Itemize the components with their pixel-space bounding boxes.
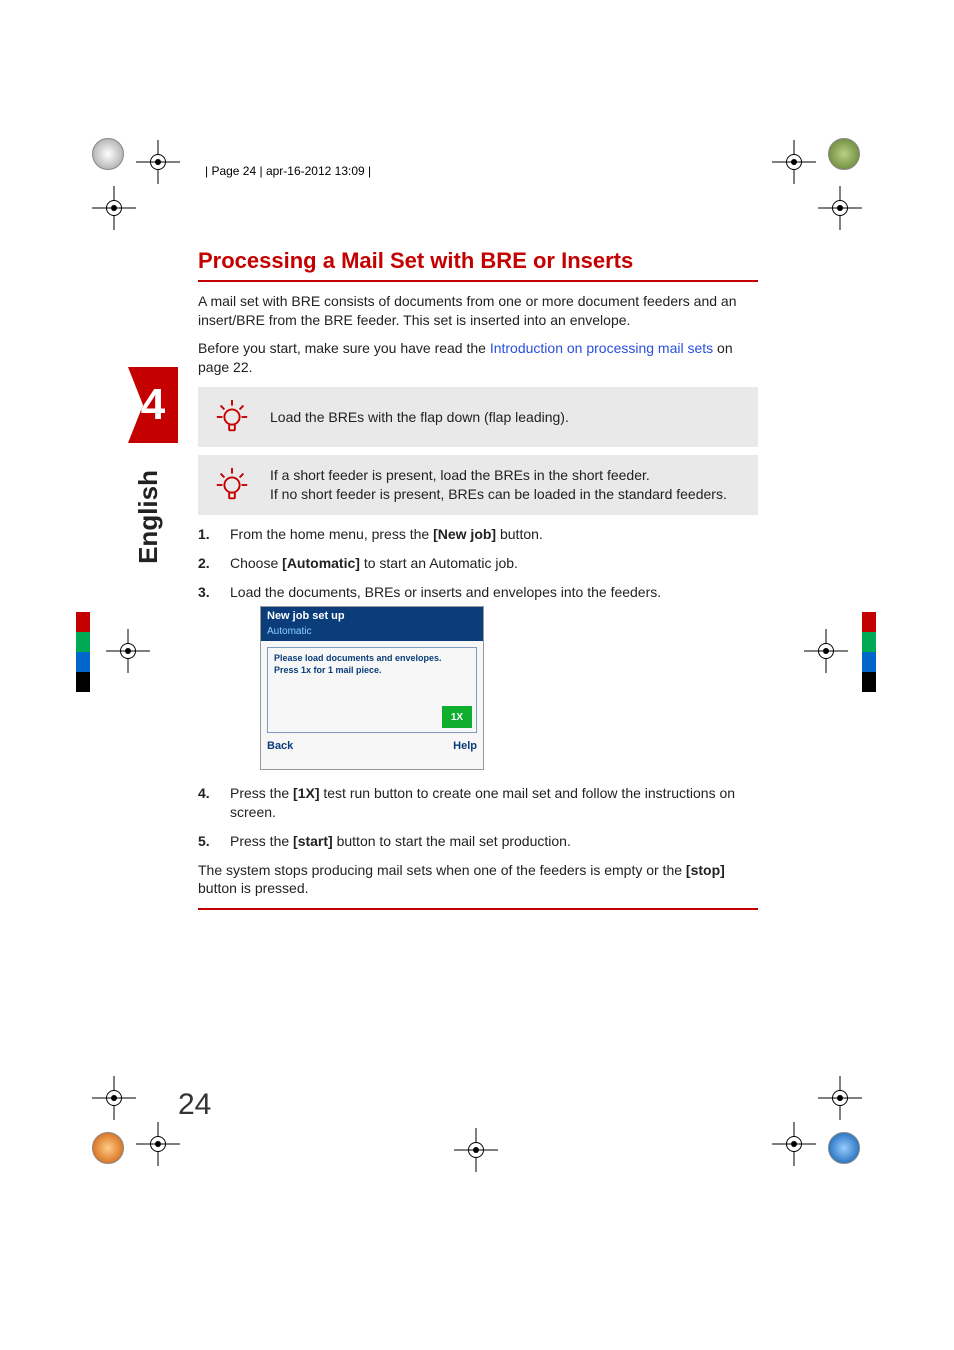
text: Before you start, make sure you have rea…: [198, 340, 490, 356]
ui-screenshot: New job set up Automatic Please load doc…: [260, 606, 484, 770]
registration-mark: [106, 629, 150, 673]
text: Load the documents, BREs or inserts and …: [230, 584, 661, 600]
closing-rule: [198, 908, 758, 910]
closing-paragraph: The system stops producing mail sets whe…: [198, 861, 758, 899]
note-text: Load the BREs with the flap down (flap l…: [270, 408, 744, 427]
registration-mark: [818, 1076, 862, 1120]
main-content: Processing a Mail Set with BRE or Insert…: [198, 246, 758, 910]
text: From the home menu, press the: [230, 526, 433, 542]
note-box: Load the BREs with the flap down (flap l…: [198, 387, 758, 447]
registration-mark: [92, 186, 136, 230]
corner-dot: [92, 138, 124, 170]
color-bar: [76, 612, 90, 692]
bold: [1X]: [293, 785, 319, 801]
bold: [stop]: [686, 862, 725, 878]
corner-dot: [92, 1132, 124, 1164]
bold: [New job]: [433, 526, 496, 542]
before-paragraph: Before you start, make sure you have rea…: [198, 339, 758, 377]
step-item: Press the [1X] test run button to create…: [198, 784, 758, 822]
text: to start an Automatic job.: [360, 555, 518, 571]
steps-list: From the home menu, press the [New job] …: [198, 525, 758, 850]
text: Press the: [230, 785, 293, 801]
scr-title: New job set up: [261, 607, 483, 625]
step-item: Choose [Automatic] to start an Automatic…: [198, 554, 758, 573]
note-line: If a short feeder is present, load the B…: [270, 466, 744, 485]
bold: [Automatic]: [282, 555, 360, 571]
note-text: If a short feeder is present, load the B…: [270, 466, 744, 504]
color-bar: [862, 612, 876, 692]
corner-dot: [828, 1132, 860, 1164]
scr-subtitle: Automatic: [261, 625, 483, 642]
intro-paragraph: A mail set with BRE consists of document…: [198, 292, 758, 330]
registration-mark: [804, 629, 848, 673]
lightbulb-icon: [212, 465, 252, 505]
chapter-tab: 4: [128, 367, 178, 443]
scr-line: Please load documents and envelopes.: [274, 652, 470, 664]
text: button is pressed.: [198, 880, 309, 896]
scr-footer: Back Help: [261, 739, 483, 758]
step-item: From the home menu, press the [New job] …: [198, 525, 758, 544]
scr-line: Press 1x for 1 mail piece.: [274, 664, 470, 676]
text: Press the: [230, 833, 293, 849]
section-title: Processing a Mail Set with BRE or Insert…: [198, 246, 758, 276]
text: The system stops producing mail sets whe…: [198, 862, 686, 878]
note-box: If a short feeder is present, load the B…: [198, 455, 758, 515]
step-item: Press the [start] button to start the ma…: [198, 832, 758, 851]
corner-dot: [828, 138, 860, 170]
step-item: Load the documents, BREs or inserts and …: [198, 583, 758, 774]
scr-panel: Please load documents and envelopes. Pre…: [267, 647, 477, 733]
language-label: English: [133, 470, 164, 564]
scr-help: Help: [453, 739, 477, 754]
text: button to start the mail set production.: [333, 833, 571, 849]
registration-mark: [772, 1122, 816, 1166]
registration-mark: [772, 140, 816, 184]
scr-1x-button: 1X: [442, 706, 472, 728]
title-rule: [198, 280, 758, 282]
text: button.: [496, 526, 543, 542]
bold: [start]: [293, 833, 333, 849]
lightbulb-icon: [212, 397, 252, 437]
intro-link[interactable]: Introduction on processing mail sets: [490, 340, 713, 356]
note-line: If no short feeder is present, BREs can …: [270, 485, 744, 504]
registration-mark: [454, 1128, 498, 1172]
registration-mark: [136, 140, 180, 184]
registration-mark: [818, 186, 862, 230]
registration-mark: [136, 1122, 180, 1166]
page-number: 24: [178, 1088, 211, 1122]
scr-back: Back: [267, 739, 293, 754]
registration-mark: [92, 1076, 136, 1120]
text: Choose: [230, 555, 282, 571]
page-meta: | Page 24 | apr-16-2012 13:09 |: [205, 164, 371, 178]
